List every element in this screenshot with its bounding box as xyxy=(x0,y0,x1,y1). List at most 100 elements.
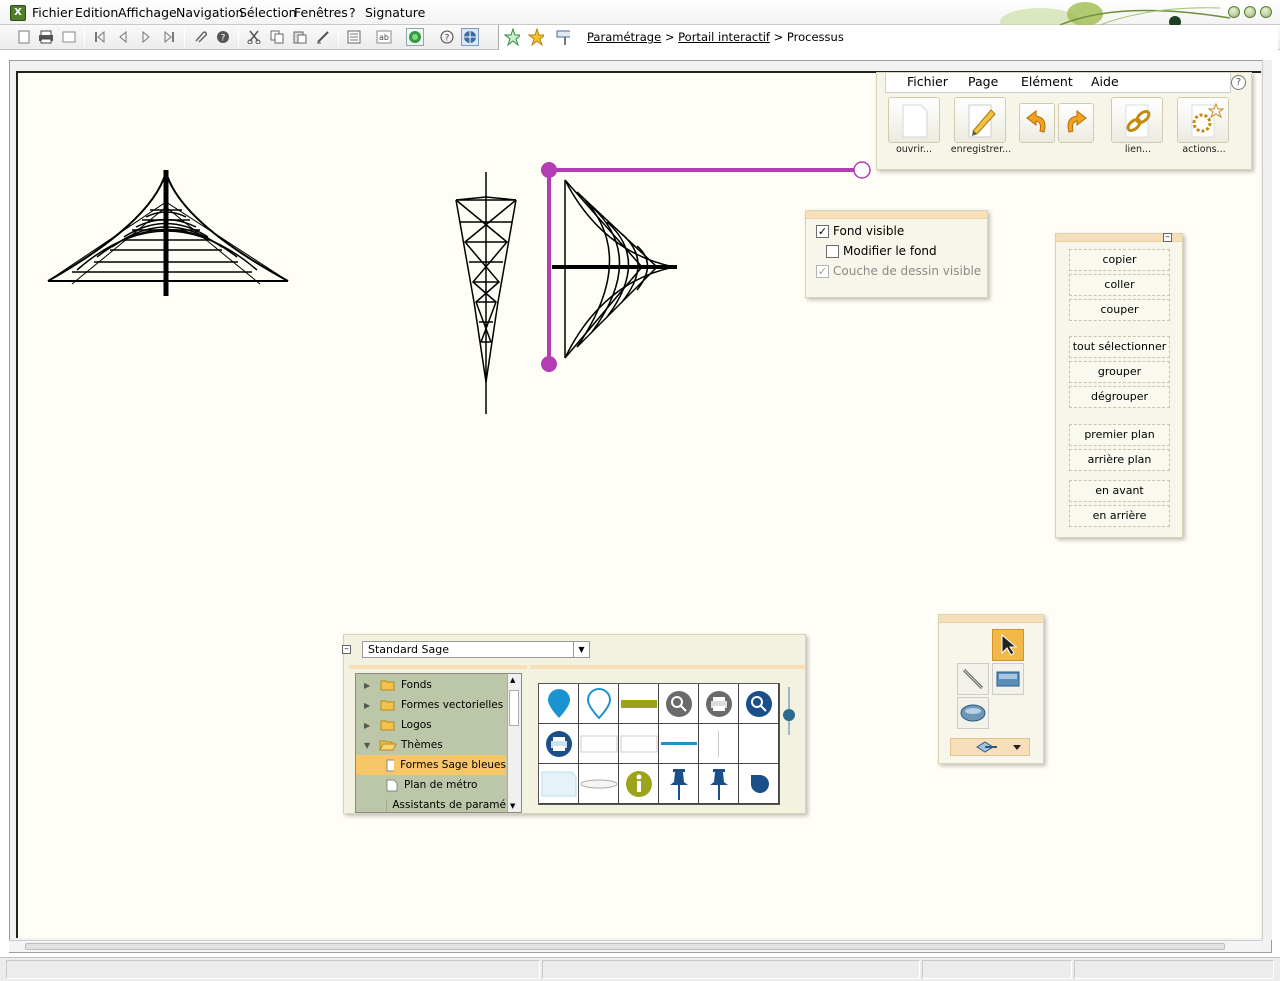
horizontal-scrollbar[interactable] xyxy=(9,940,1262,952)
scroll-up-icon[interactable]: ▲ xyxy=(510,676,515,684)
editor-menu-aide[interactable]: Aide xyxy=(1091,74,1119,89)
light-rect-shape-2[interactable] xyxy=(619,724,659,764)
new-doc-icon[interactable] xyxy=(15,28,33,46)
paste-icon[interactable] xyxy=(291,28,309,46)
web-icon[interactable] xyxy=(461,28,479,46)
tree-item-logos[interactable]: ▶ Logos xyxy=(356,715,506,735)
send-backward-button[interactable]: en arrière xyxy=(1069,505,1170,527)
pushpin-shape[interactable] xyxy=(659,764,699,804)
print-circle-shape[interactable] xyxy=(699,684,739,724)
pointer-tool[interactable] xyxy=(992,629,1024,661)
tree-item-plan-de-metro[interactable]: Plan de métro xyxy=(356,775,506,795)
menu-navigation[interactable]: Navigation xyxy=(176,5,243,20)
bring-forward-button[interactable]: en avant xyxy=(1069,480,1170,502)
print-icon[interactable] xyxy=(37,28,55,46)
blue-zoom-circle-shape[interactable] xyxy=(739,684,779,724)
print-preview-icon[interactable] xyxy=(60,28,78,46)
line-tool[interactable] xyxy=(957,663,989,695)
rotated-umbrella-shape[interactable] xyxy=(552,179,677,359)
redo-button[interactable] xyxy=(1058,103,1094,143)
blue-drop-shape[interactable] xyxy=(739,764,779,804)
rectangle-tool[interactable] xyxy=(992,663,1024,695)
info-icon[interactable]: ? xyxy=(438,28,456,46)
outline-drop-pin-shape[interactable] xyxy=(579,684,619,724)
ellipse-tool[interactable] xyxy=(957,697,989,729)
menu-affichage[interactable]: Affichage xyxy=(118,5,177,20)
menu-signature[interactable]: Signature xyxy=(365,5,425,20)
edit-icon[interactable] xyxy=(314,28,332,46)
cut-button[interactable]: couper xyxy=(1069,299,1170,321)
flat-ellipse-shape[interactable] xyxy=(579,764,619,804)
light-rect-shape[interactable] xyxy=(579,724,619,764)
editor-menu-page[interactable]: Page xyxy=(968,74,998,89)
olive-bar-shape[interactable] xyxy=(619,684,659,724)
expand-arrow-icon[interactable]: ▶ xyxy=(364,681,376,690)
scroll-thumb[interactable] xyxy=(509,690,519,726)
document-list-icon[interactable] xyxy=(345,28,363,46)
prev-page-icon[interactable] xyxy=(114,28,132,46)
collapse-icon[interactable]: – xyxy=(342,645,351,654)
save-button[interactable] xyxy=(954,97,1006,143)
editor-menu-element[interactable]: Elément xyxy=(1021,74,1073,89)
open-button[interactable] xyxy=(888,97,940,143)
fond-visible-option[interactable]: ✓ Fond visible xyxy=(816,224,904,238)
empty-cell[interactable] xyxy=(739,724,779,764)
undo-button[interactable] xyxy=(1019,103,1055,143)
select-all-button[interactable]: tout sélectionner xyxy=(1069,336,1170,358)
menu-selection[interactable]: Sélection xyxy=(239,5,297,20)
text-field-icon[interactable]: ab xyxy=(375,28,393,46)
tree-item-formes-sage-bleues[interactable]: Formes Sage bleues xyxy=(356,755,506,775)
menu-help[interactable]: ? xyxy=(349,5,356,20)
send-to-back-button[interactable]: arrière plan xyxy=(1069,449,1170,471)
copy-icon[interactable] xyxy=(268,28,286,46)
cut-icon[interactable] xyxy=(245,28,263,46)
chevron-down-icon[interactable]: ▼ xyxy=(573,642,589,657)
help-icon[interactable]: ? xyxy=(214,28,232,46)
menu-fichier[interactable]: Fichier xyxy=(32,5,73,20)
light-blue-card-shape[interactable] xyxy=(539,764,579,804)
breadcrumb-parametrage[interactable]: Paramétrage xyxy=(587,30,661,44)
next-page-icon[interactable] xyxy=(137,28,155,46)
blue-drop-pin-shape[interactable] xyxy=(539,684,579,724)
pen-tool-dropdown[interactable] xyxy=(950,738,1030,756)
signpost-icon[interactable] xyxy=(553,28,571,46)
paste-button[interactable]: coller xyxy=(1069,274,1170,296)
ungroup-button[interactable]: dégrouper xyxy=(1069,386,1170,408)
tree-item-formes-vectorielles[interactable]: ▶ Formes vectorielles xyxy=(356,695,506,715)
bring-to-front-button[interactable]: premier plan xyxy=(1069,424,1170,446)
editor-help-icon[interactable]: ? xyxy=(1231,75,1246,90)
vertical-line-shape[interactable] xyxy=(699,724,739,764)
panel-header[interactable] xyxy=(939,615,1043,623)
scroll-down-icon[interactable]: ▼ xyxy=(510,802,515,810)
panel-header[interactable] xyxy=(806,211,987,219)
modifier-fond-checkbox[interactable] xyxy=(826,244,839,258)
umbrella-shape[interactable] xyxy=(47,170,289,296)
expand-arrow-icon[interactable]: ▶ xyxy=(364,701,376,710)
pushpin-shape-2[interactable] xyxy=(699,764,739,804)
link-button[interactable] xyxy=(1111,97,1163,143)
attach-icon[interactable] xyxy=(191,28,209,46)
group-button[interactable]: grouper xyxy=(1069,361,1170,383)
first-page-icon[interactable] xyxy=(91,28,109,46)
editor-menu-fichier[interactable]: Fichier xyxy=(907,74,948,89)
menu-fenetres[interactable]: Fenêtres xyxy=(294,5,348,20)
tower-shape[interactable] xyxy=(455,172,517,414)
maximize-button[interactable] xyxy=(1244,6,1256,18)
zoom-circle-shape[interactable] xyxy=(659,684,699,724)
blue-line-shape[interactable] xyxy=(659,724,699,764)
globe-icon[interactable] xyxy=(406,28,424,46)
close-button[interactable] xyxy=(1260,6,1272,18)
minimize-button[interactable] xyxy=(1228,6,1240,18)
copy-button[interactable]: copier xyxy=(1069,249,1170,271)
last-page-icon[interactable] xyxy=(160,28,178,46)
breadcrumb-portail-interactif[interactable]: Portail interactif xyxy=(678,30,770,44)
favorite-add-icon[interactable] xyxy=(503,28,521,46)
collapse-icon[interactable]: – xyxy=(1163,233,1172,242)
blue-print-circle-shape[interactable] xyxy=(539,724,579,764)
zoom-slider-thumb[interactable] xyxy=(783,709,795,721)
scroll-thumb[interactable] xyxy=(25,943,1225,950)
shape-set-select[interactable]: Standard Sage ▼ xyxy=(362,641,590,658)
tree-item-themes[interactable]: ▼ Thèmes xyxy=(356,735,506,755)
info-circle-shape[interactable] xyxy=(619,764,659,804)
favorite-star-icon[interactable] xyxy=(527,28,545,46)
